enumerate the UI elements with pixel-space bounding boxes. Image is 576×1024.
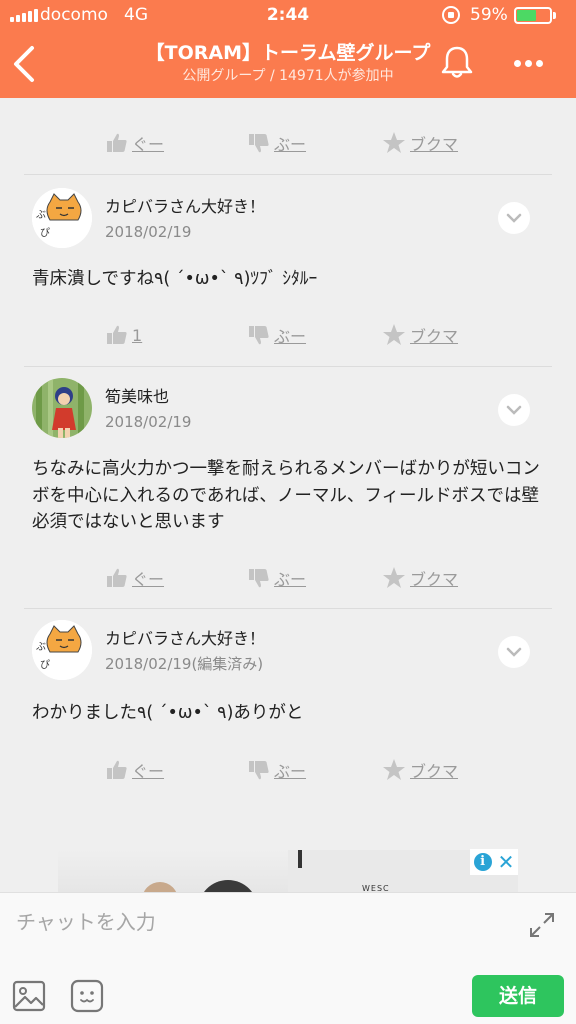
page-title: 【TORAM】トーラム壁グループ <box>145 42 431 64</box>
thumbs-down-icon <box>249 569 269 588</box>
svg-text:ぶ: ぶ <box>36 641 46 653</box>
post-body: わかりました٩( ´•ω•` ٩)ありがと <box>32 703 304 723</box>
bookmark-button[interactable]: ブクマ <box>382 561 458 595</box>
bookmark-button[interactable]: ブクマ <box>382 753 458 787</box>
expand-icon <box>530 913 554 937</box>
chevron-down-icon <box>506 405 522 415</box>
post-author[interactable]: 筍美味也 <box>105 386 169 408</box>
good-label: ぐー <box>132 762 165 781</box>
boo-label: ぶー <box>274 135 307 154</box>
ad-brand-text: WESC <box>362 884 390 892</box>
attach-image-button[interactable] <box>12 979 46 1013</box>
good-button[interactable]: ぐー <box>106 126 164 160</box>
bookmark-button[interactable]: ブクマ <box>382 318 458 352</box>
good-button[interactable]: ぐー <box>106 753 164 787</box>
app-header: docomo 4G 2:44 59% 【TORAM】トーラム壁グループ 公開グル… <box>0 0 576 98</box>
post-actions: 1 ぶー ブクマ <box>24 318 552 352</box>
post-actions: ぐー ぶー ブクマ <box>24 753 552 787</box>
thumbs-down-icon <box>249 134 269 153</box>
ad-image-left <box>58 850 288 892</box>
avatar[interactable]: ぶ ぴ <box>32 620 92 680</box>
good-label: ぐー <box>132 570 165 589</box>
bookmark-label: ブクマ <box>410 570 459 589</box>
battery-icon <box>514 7 552 24</box>
more-dots-icon <box>514 52 547 71</box>
avatar[interactable]: ぶ ぴ <box>32 188 92 248</box>
post-date: 2018/02/19(編集済み) <box>105 655 264 673</box>
star-icon <box>383 132 405 153</box>
boo-button[interactable]: ぶー <box>248 753 306 787</box>
post-date: 2018/02/19 <box>105 223 192 241</box>
post-menu-button[interactable] <box>498 202 530 234</box>
ad-banner[interactable]: WESC <box>58 850 518 892</box>
good-button[interactable]: ぐー <box>106 561 164 595</box>
thumbs-up-icon <box>107 568 127 587</box>
thumbs-up-icon <box>107 133 127 152</box>
thumbs-down-icon <box>249 761 269 780</box>
bookmark-label: ブクマ <box>410 135 459 154</box>
boo-label: ぶー <box>274 570 307 589</box>
battery-tip <box>553 12 556 19</box>
star-icon <box>383 324 405 345</box>
thumbs-up-icon <box>107 760 127 779</box>
post-body: ちなみに高火力かつ一撃を耐えられるメンバーばかりが短いコンボを中心に入れるのであ… <box>32 459 540 532</box>
bamboo-character-avatar-icon <box>32 378 92 438</box>
ad-choices-badge[interactable]: i ✕ <box>470 849 518 875</box>
good-button[interactable]: 1 <box>106 318 142 352</box>
orientation-lock-icon <box>442 6 460 24</box>
post-menu-button[interactable] <box>498 636 530 668</box>
battery-percent: 59% <box>470 5 508 25</box>
boo-button[interactable]: ぶー <box>248 561 306 595</box>
post-actions: ぐー ぶー ブクマ <box>24 561 552 595</box>
group-member-count: 公開グループ / 14971人が参加中 <box>182 68 394 84</box>
divider <box>24 366 552 367</box>
thumbs-up-icon <box>107 325 127 344</box>
bell-icon <box>441 46 473 78</box>
smiley-sticker-icon <box>70 979 104 1013</box>
ad-image-detail <box>298 850 302 868</box>
close-icon[interactable]: ✕ <box>498 852 515 872</box>
boo-label: ぶー <box>274 327 307 346</box>
bookmark-button[interactable]: ブクマ <box>382 126 458 160</box>
expand-button[interactable] <box>528 911 556 939</box>
chevron-down-icon <box>506 213 522 223</box>
cat-avatar-icon: ぶ ぴ <box>32 188 92 248</box>
post-date: 2018/02/19 <box>105 413 192 431</box>
divider <box>24 174 552 175</box>
post-author[interactable]: カピバラさん大好き！ <box>105 196 265 218</box>
boo-button[interactable]: ぶー <box>248 318 306 352</box>
post-actions: ぐー ぶー ブクマ <box>24 126 552 160</box>
status-bar: docomo 4G 2:44 59% <box>0 0 576 30</box>
cat-avatar-icon: ぶ ぴ <box>32 620 92 680</box>
svg-text:ぴ: ぴ <box>40 659 50 671</box>
thumbs-down-icon <box>249 326 269 345</box>
good-count: 1 <box>132 325 143 345</box>
bookmark-label: ブクマ <box>410 327 459 346</box>
star-icon <box>383 567 405 588</box>
post-body: 青床潰しですね٩( ´•ω•` ٩)ﾂﾌﾞ ｼﾀﾙｰ <box>32 269 318 289</box>
chat-composer: 送信 <box>0 892 576 1024</box>
sticker-button[interactable] <box>70 979 104 1013</box>
post-menu-button[interactable] <box>498 394 530 426</box>
boo-label: ぶー <box>274 762 307 781</box>
post-author[interactable]: カピバラさん大好き！ <box>105 628 265 650</box>
post-feed[interactable]: ぐー ぶー ブクマ ぶ ぴ カピバラさん大好き！ 2018/02/19 青床潰し… <box>0 98 576 892</box>
info-icon[interactable]: i <box>473 853 492 871</box>
divider <box>24 608 552 609</box>
send-button[interactable]: 送信 <box>472 975 564 1017</box>
notification-button[interactable] <box>440 44 474 80</box>
more-options-button[interactable] <box>514 52 554 72</box>
svg-text:ぶ: ぶ <box>36 209 46 221</box>
svg-text:ぴ: ぴ <box>40 227 50 239</box>
avatar[interactable] <box>32 378 92 438</box>
chevron-down-icon <box>506 647 522 657</box>
image-icon <box>12 980 46 1012</box>
battery-level-fill <box>517 10 536 21</box>
boo-button[interactable]: ぶー <box>248 126 306 160</box>
chat-input[interactable] <box>16 899 516 945</box>
star-icon <box>383 759 405 780</box>
bookmark-label: ブクマ <box>410 762 459 781</box>
good-label: ぐー <box>132 135 165 154</box>
